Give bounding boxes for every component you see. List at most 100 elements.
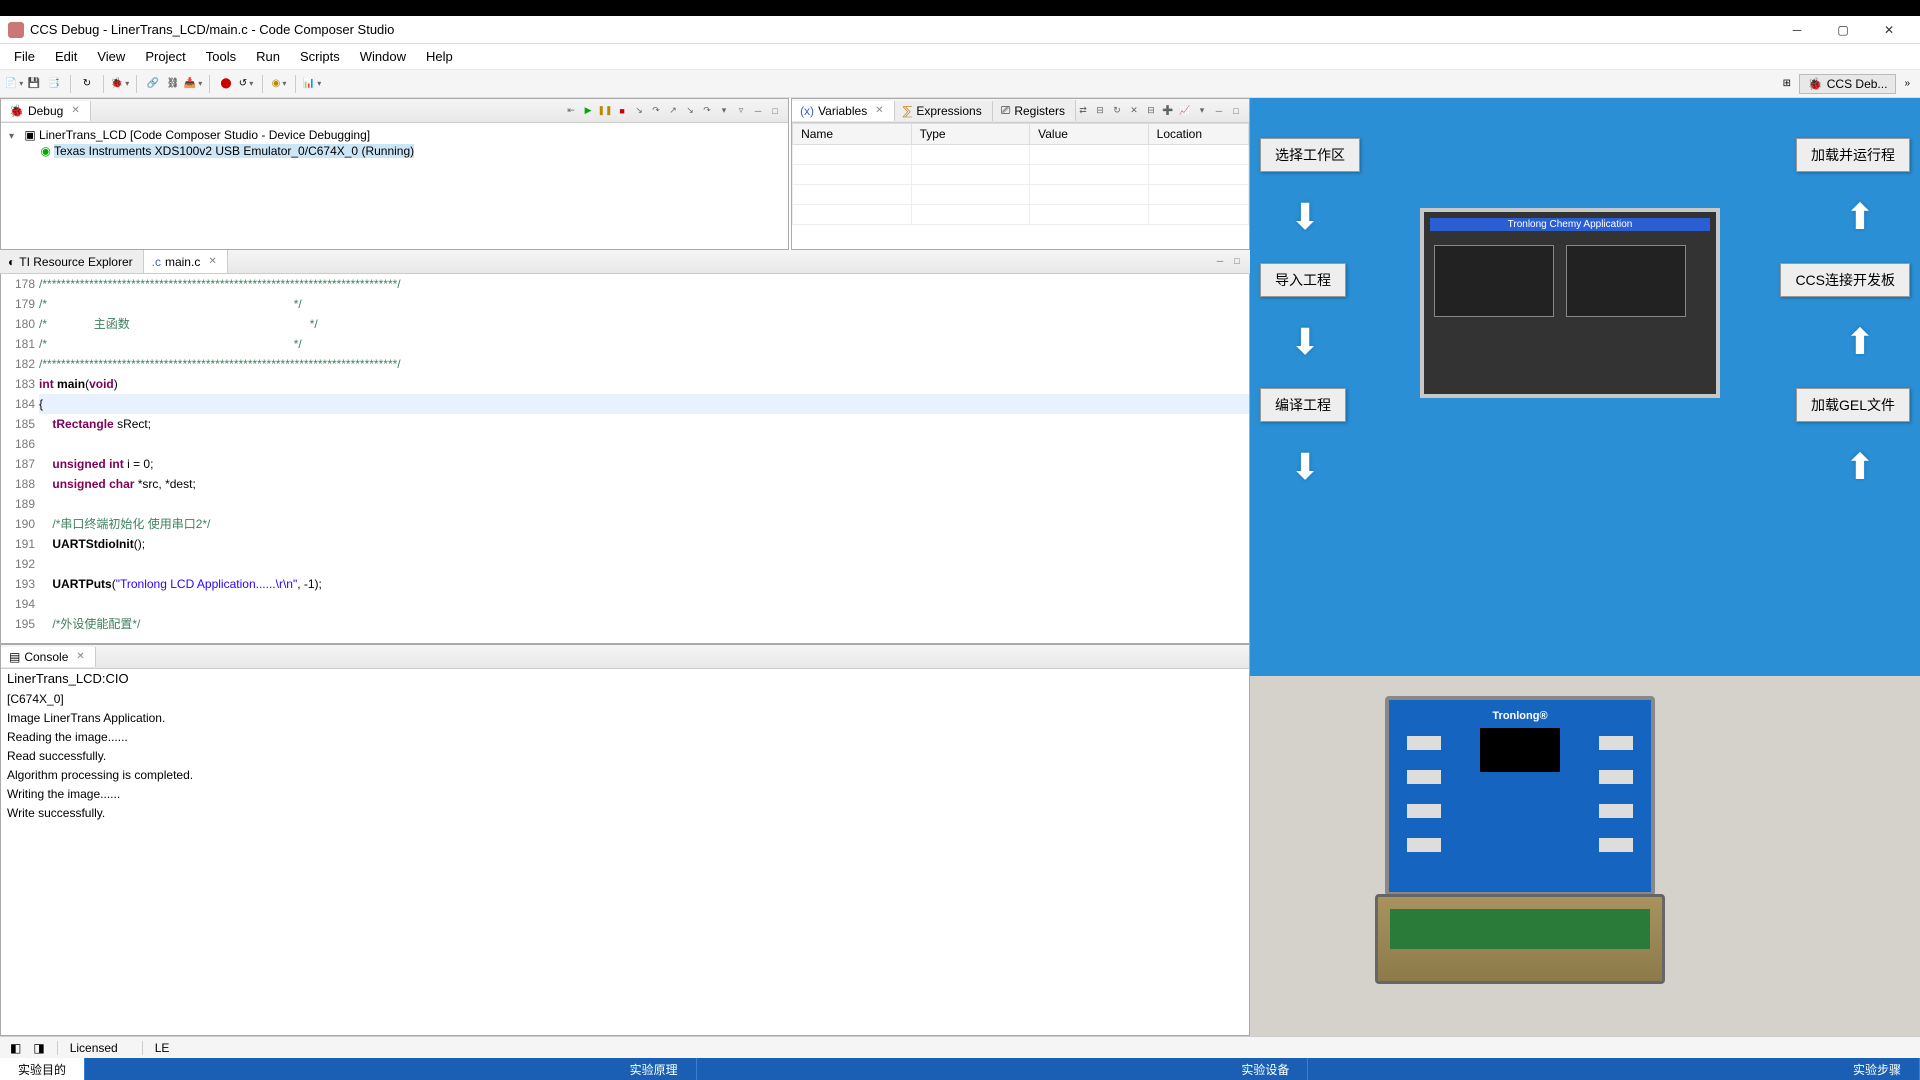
menu-scripts[interactable]: Scripts [290, 46, 350, 67]
pcb-image-right [1566, 245, 1686, 317]
maximize-icon[interactable]: □ [768, 104, 782, 118]
titlebar: CCS Debug - LinerTrans_LCD/main.c - Code… [0, 16, 1920, 44]
collapse-icon[interactable]: ⇤ [564, 104, 578, 118]
resource-icon: ◐ [8, 255, 15, 269]
load-button[interactable]: 📥 [185, 76, 201, 92]
expressions-tab[interactable]: ⅀ Expressions [895, 101, 993, 121]
col-name[interactable]: Name [793, 124, 912, 145]
perspective-more[interactable]: » [1900, 78, 1914, 89]
step-into-button[interactable]: ↘ [632, 104, 646, 118]
menu-icon[interactable]: ▾ [717, 104, 731, 118]
hardware-photo: Tronlong® [1250, 676, 1920, 1036]
menu-tools[interactable]: Tools [196, 46, 246, 67]
view-menu-icon[interactable]: ▿ [734, 104, 748, 118]
workflow-diagram: 选择工作区 ⬇ 导入工程 ⬇ 编译工程 ⬇ 加载并运行程 ⬆ CCS连接开发板 … [1250, 98, 1920, 676]
tab-resource-explorer[interactable]: ◐ TI Resource Explorer [0, 250, 144, 273]
step-return-button[interactable]: ↗ [666, 104, 680, 118]
minimize-icon[interactable]: ─ [1212, 104, 1226, 118]
menu-edit[interactable]: Edit [45, 46, 87, 67]
maximize-icon[interactable]: □ [1230, 254, 1244, 268]
reg-icon: ⎚ [1001, 103, 1011, 118]
console-tab[interactable]: ▤ Console ✕ [1, 647, 96, 667]
debug-session[interactable]: ▾ ▣ LinerTrans_LCD [Code Composer Studio… [9, 127, 780, 143]
debug-thread[interactable]: ◉ Texas Instruments XDS100v2 USB Emulato… [9, 143, 780, 159]
collapse-icon[interactable]: ⊟ [1144, 104, 1158, 118]
footer-tab-principle[interactable]: 实验原理 [612, 1058, 697, 1080]
var-icon: (x) [800, 104, 814, 118]
graph-icon[interactable]: 📈 [1178, 104, 1192, 118]
window-title: CCS Debug - LinerTrans_LCD/main.c - Code… [30, 22, 1774, 37]
minimize-button[interactable]: ─ [1774, 16, 1820, 44]
save-button[interactable]: 💾 [26, 76, 42, 92]
menu-view[interactable]: View [87, 46, 135, 67]
variables-table[interactable]: Name Type Value Location [792, 123, 1249, 225]
console-title: LinerTrans_LCD:CIO [1, 669, 1249, 688]
restart-cpu-button[interactable]: ↺ [238, 76, 254, 92]
arrow-up-icon: ⬆ [1845, 321, 1875, 363]
debug-button[interactable]: 🐞 [112, 76, 128, 92]
footer-tab-steps[interactable]: 实验步骤 [1835, 1058, 1920, 1080]
menu-file[interactable]: File [4, 46, 45, 67]
console-icon: ▤ [9, 650, 20, 664]
menu-project[interactable]: Project [135, 46, 195, 67]
arrow-up-icon: ⬆ [1845, 196, 1875, 238]
statusbar: ◧ ◨ Licensed LE [0, 1036, 1920, 1058]
new-icon[interactable]: ➕ [1161, 104, 1175, 118]
menu-help[interactable]: Help [416, 46, 463, 67]
restart-button[interactable]: ↻ [79, 76, 95, 92]
open-perspective-button[interactable]: ⊞ [1779, 76, 1795, 92]
close-icon[interactable]: ✕ [208, 256, 216, 267]
console-view: ▤ Console ✕ LinerTrans_LCD:CIO [C674X_0]… [0, 644, 1250, 1036]
reset-button[interactable]: ⬤ [218, 76, 234, 92]
ea-button[interactable]: 📊 [304, 76, 320, 92]
col-type[interactable]: Type [911, 124, 1030, 145]
debug-tab[interactable]: 🐞 Debug ✕ [1, 101, 91, 121]
toggle-icon[interactable]: ⇄ [1076, 104, 1090, 118]
menu-run[interactable]: Run [246, 46, 290, 67]
dev-board [1390, 909, 1650, 949]
connect-button[interactable]: 🔗 [145, 76, 161, 92]
close-icon[interactable]: ✕ [76, 651, 84, 662]
step-over-button[interactable]: ↷ [649, 104, 663, 118]
col-value[interactable]: Value [1030, 124, 1149, 145]
toolbar: 📄 💾 📑 ↻ 🐞 🔗 ⛓ 📥 ⬤ ↺ ◉ 📊 ⊞ 🐞 CCS Deb... » [0, 70, 1920, 98]
maximize-button[interactable]: ▢ [1820, 16, 1866, 44]
resume-button[interactable]: ▶ [581, 104, 595, 118]
terminate-button[interactable]: ■ [615, 104, 629, 118]
footer-tabs: 实验目的 实验原理 实验设备 实验步骤 [0, 1058, 1920, 1080]
console-output[interactable]: [C674X_0] Image LinerTrans Application. … [1, 688, 1249, 1035]
close-button[interactable]: ✕ [1866, 16, 1912, 44]
pause-button[interactable]: ❚❚ [598, 104, 612, 118]
footer-tab-purpose[interactable]: 实验目的 [0, 1058, 85, 1080]
disconnect-button[interactable]: ⛓ [165, 76, 181, 92]
debug-view: 🐞 Debug ✕ ⇤ ▶ ❚❚ ■ ↘ ↷ ↗ ↘ ↷ ▾ [0, 98, 789, 250]
tree-icon[interactable]: ⊟ [1093, 104, 1107, 118]
minimize-icon[interactable]: ─ [1213, 254, 1227, 268]
asm-step-over-button[interactable]: ↷ [700, 104, 714, 118]
new-button[interactable]: 📄 [6, 76, 22, 92]
close-icon[interactable]: ✕ [71, 105, 79, 116]
perspective-ccs-debug[interactable]: 🐞 CCS Deb... [1799, 74, 1897, 94]
close-icon[interactable]: ✕ [875, 105, 883, 116]
footer-tab-equipment[interactable]: 实验设备 [1223, 1058, 1308, 1080]
refresh-icon[interactable]: ↻ [1110, 104, 1124, 118]
registers-tab[interactable]: ⎚ Registers [993, 100, 1076, 121]
editor-tabbar: ◐ TI Resource Explorer .c main.c ✕ ─ □ [0, 250, 1250, 274]
minimize-icon[interactable]: ─ [751, 104, 765, 118]
save-all-button[interactable]: 📑 [46, 76, 62, 92]
variables-view: (x) Variables ✕ ⅀ Expressions ⎚ Register… [791, 98, 1250, 250]
flow-load-run: 加载并运行程 [1796, 138, 1910, 172]
menu-window[interactable]: Window [350, 46, 416, 67]
status-le: LE [142, 1041, 182, 1055]
target-button[interactable]: ◉ [271, 76, 287, 92]
device-lid: Tronlong® [1385, 696, 1655, 896]
maximize-icon[interactable]: □ [1229, 104, 1243, 118]
menu-icon[interactable]: ▾ [1195, 104, 1209, 118]
variables-tab[interactable]: (x) Variables ✕ [792, 101, 895, 121]
asm-step-into-button[interactable]: ↘ [683, 104, 697, 118]
bug-icon: 🐞 [1808, 77, 1823, 91]
del-icon[interactable]: ✕ [1127, 104, 1141, 118]
code-editor[interactable]: 178179180 181182183 184185186 187188189 … [0, 274, 1250, 644]
col-location[interactable]: Location [1148, 124, 1248, 145]
tab-main-c[interactable]: .c main.c ✕ [144, 250, 228, 273]
